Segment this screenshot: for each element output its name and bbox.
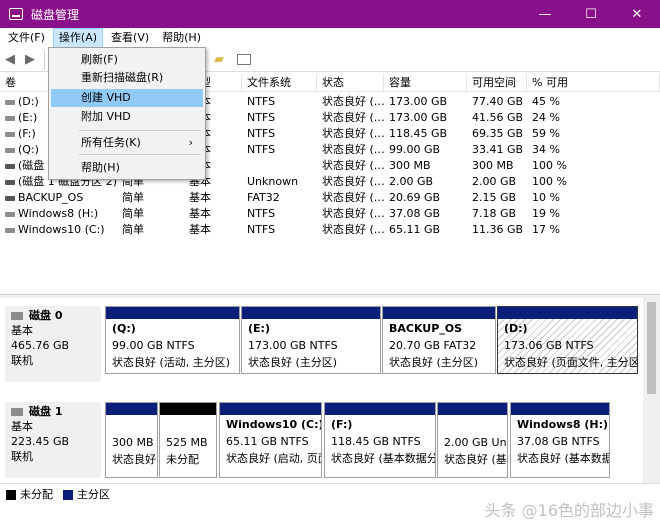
partition[interactable]: Windows8 (H:) 37.08 GB NTFS 状态良好 (基本数据 bbox=[510, 402, 610, 478]
menu-bar: 文件(F) 操作(A) 查看(V) 帮助(H) bbox=[0, 28, 660, 48]
disk-icon bbox=[11, 312, 23, 320]
title-bar: 磁盘管理 — ☐ ✕ bbox=[0, 0, 660, 28]
menu-rescan-disks[interactable]: 重新扫描磁盘(R) bbox=[51, 69, 203, 87]
menu-help[interactable]: 帮助(H) bbox=[157, 28, 206, 48]
back-arrow-icon[interactable]: ◀ bbox=[0, 50, 20, 70]
disk-management-icon bbox=[9, 8, 23, 20]
partition[interactable]: (Q:) 99.00 GB NTFS 状态良好 (活动, 主分区) bbox=[105, 306, 240, 374]
unallocated-swatch bbox=[6, 490, 16, 500]
maximize-button[interactable]: ☐ bbox=[568, 0, 614, 28]
volume-icon bbox=[5, 179, 15, 185]
menu-create-vhd[interactable]: 创建 VHD bbox=[51, 89, 203, 107]
action-dropdown-menu: 刷新(F) 重新扫描磁盘(R) 创建 VHD 附加 VHD 所有任务(K) › 帮… bbox=[48, 47, 206, 180]
col-capacity[interactable]: 容量 bbox=[384, 74, 467, 92]
toolbar-separator bbox=[44, 50, 45, 69]
menu-help-item[interactable]: 帮助(H) bbox=[51, 159, 203, 177]
partition-selected[interactable]: (D:) 173.06 GB NTFS 状态良好 (页面文件, 主分区) bbox=[497, 306, 638, 374]
legend-item: 未分配 bbox=[6, 487, 53, 503]
graph-scrollbar[interactable] bbox=[643, 298, 660, 483]
partition[interactable]: (F:) 118.45 GB NTFS 状态良好 (基本数据分 bbox=[324, 402, 436, 478]
menu-all-tasks[interactable]: 所有任务(K) › bbox=[51, 134, 203, 152]
disk-1-label[interactable]: 磁盘 1 基本 223.45 GB 联机 bbox=[5, 402, 101, 478]
window-title: 磁盘管理 bbox=[31, 7, 80, 22]
partition[interactable]: 2.00 GB Unl 状态良好 (基 bbox=[437, 402, 508, 478]
partition[interactable]: Windows10 (C:) 65.11 GB NTFS 状态良好 (启动, 页… bbox=[219, 402, 322, 478]
volume-icon bbox=[5, 195, 15, 201]
menu-attach-vhd[interactable]: 附加 VHD bbox=[51, 108, 203, 126]
disk-icon bbox=[11, 408, 23, 416]
volume-icon bbox=[5, 163, 15, 169]
disk-graph-view: 磁盘 0 基本 465.76 GB 联机 (Q:) 99.00 GB NTFS … bbox=[0, 298, 660, 483]
submenu-arrow-icon: › bbox=[188, 136, 193, 149]
table-row[interactable]: Windows10 (C:) 简单 基本 NTFS 状态良好 (… 65.11 … bbox=[0, 222, 660, 238]
close-button[interactable]: ✕ bbox=[614, 0, 660, 28]
menu-file[interactable]: 文件(F) bbox=[3, 28, 50, 48]
partition[interactable]: (E:) 173.00 GB NTFS 状态良好 (主分区) bbox=[241, 306, 381, 374]
folder-icon[interactable]: ▰ bbox=[209, 50, 229, 70]
col-filesystem[interactable]: 文件系统 bbox=[242, 74, 317, 92]
menu-separator bbox=[79, 154, 201, 155]
menu-view[interactable]: 查看(V) bbox=[106, 28, 154, 48]
menu-action[interactable]: 操作(A) bbox=[52, 28, 104, 48]
scrollbar-thumb[interactable] bbox=[647, 302, 656, 394]
forward-arrow-icon[interactable]: ▶ bbox=[20, 50, 40, 70]
window-controls: — ☐ ✕ bbox=[522, 0, 660, 28]
volume-icon bbox=[5, 99, 15, 105]
volume-icon bbox=[5, 211, 15, 217]
partition[interactable]: 300 MB 状态良好 bbox=[105, 402, 158, 478]
table-row[interactable]: BACKUP_OS 简单 基本 FAT32 状态良好 (… 20.69 GB 2… bbox=[0, 190, 660, 206]
volume-icon bbox=[5, 147, 15, 153]
col-percent-free[interactable]: % 可用 bbox=[527, 74, 660, 92]
unallocated-space[interactable]: 525 MB 未分配 bbox=[159, 402, 217, 478]
volume-icon bbox=[5, 227, 15, 233]
disk-0-label[interactable]: 磁盘 0 基本 465.76 GB 联机 bbox=[5, 306, 101, 382]
properties-icon[interactable] bbox=[237, 54, 251, 65]
minimize-button[interactable]: — bbox=[522, 0, 568, 28]
col-free-space[interactable]: 可用空间 bbox=[467, 74, 527, 92]
volume-icon bbox=[5, 131, 15, 137]
partition[interactable]: BACKUP_OS 20.70 GB FAT32 状态良好 (主分区) bbox=[382, 306, 496, 374]
table-row[interactable]: Windows8 (H:) 简单 基本 NTFS 状态良好 (… 37.08 G… bbox=[0, 206, 660, 222]
legend-item: 主分区 bbox=[63, 487, 110, 503]
volume-icon bbox=[5, 115, 15, 121]
watermark: 头条 @16色的部边小事 bbox=[484, 501, 654, 520]
col-status[interactable]: 状态 bbox=[317, 74, 384, 92]
menu-separator bbox=[79, 130, 201, 131]
primary-partition-swatch bbox=[63, 490, 73, 500]
menu-refresh[interactable]: 刷新(F) bbox=[51, 51, 203, 69]
